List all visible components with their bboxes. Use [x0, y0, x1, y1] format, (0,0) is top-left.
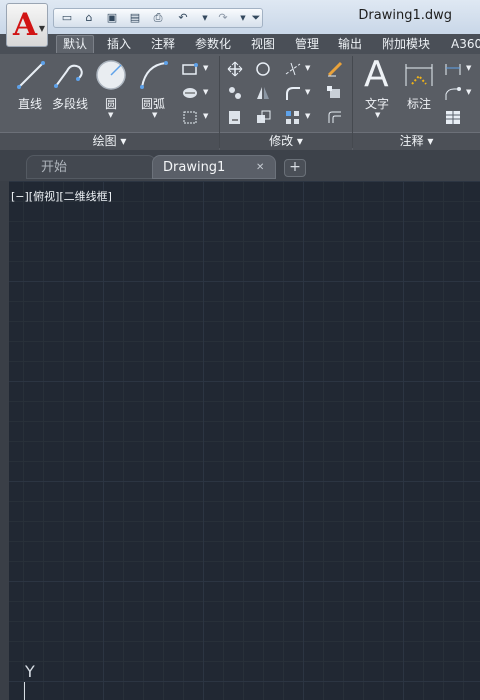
dimension-icon[interactable]	[402, 58, 436, 92]
tab-view[interactable]: 视图	[251, 36, 275, 53]
chevron-down-icon[interactable]: ▼	[466, 64, 471, 72]
chevron-down-icon[interactable]: ▼	[375, 111, 380, 119]
text-icon[interactable]: A	[364, 54, 389, 95]
chevron-down-icon[interactable]: ▼	[305, 112, 310, 120]
window-title: Drawing1.dwg	[358, 8, 452, 23]
line-tool-label[interactable]: 直线	[18, 95, 42, 112]
scale-icon[interactable]	[254, 109, 272, 125]
erase-icon[interactable]	[326, 61, 344, 77]
save-as-icon[interactable]: ▤	[127, 11, 143, 25]
left-edge-strip	[0, 181, 9, 700]
hatch-icon[interactable]	[181, 85, 199, 101]
stretch-icon[interactable]	[226, 109, 244, 125]
chevron-down-icon: ▼	[38, 24, 45, 33]
tab-parametric[interactable]: 参数化	[195, 36, 231, 53]
boundary-icon[interactable]	[181, 109, 199, 125]
chevron-down-icon[interactable]: ▼	[152, 111, 157, 119]
explode-icon[interactable]	[326, 85, 344, 101]
chevron-down-icon[interactable]: ▼	[466, 88, 471, 96]
arc-icon[interactable]	[138, 59, 170, 91]
redo-icon[interactable]: ↷	[215, 11, 231, 25]
chevron-down-icon[interactable]: ▼	[305, 88, 310, 96]
tab-a360[interactable]: A360	[451, 36, 480, 53]
application-menu-button[interactable]: A ▼	[6, 3, 48, 47]
dimension-tool-label[interactable]: 标注	[407, 95, 431, 112]
leader-icon[interactable]	[444, 85, 462, 101]
chevron-down-icon[interactable]: ▼	[203, 64, 208, 72]
modify-panel-title[interactable]: 修改 ▾	[220, 132, 352, 151]
undo-icon[interactable]: ↶	[175, 11, 191, 25]
save-icon[interactable]: ▣	[104, 11, 120, 25]
circle-tool-label[interactable]: 圆	[105, 95, 117, 112]
linear-dimension-icon[interactable]	[444, 61, 462, 77]
tab-drawing1[interactable]: Drawing1 ✕	[152, 155, 276, 179]
tab-start-label: 开始	[41, 160, 68, 175]
annotation-panel-title[interactable]: 注释 ▾	[353, 132, 480, 151]
move-icon[interactable]	[226, 61, 244, 77]
chevron-down-icon[interactable]: ▼	[197, 11, 213, 25]
close-icon[interactable]: ✕	[256, 156, 264, 179]
tab-insert[interactable]: 插入	[107, 36, 131, 53]
autocad-logo-icon: A	[13, 7, 38, 43]
text-tool-label[interactable]: 文字	[365, 95, 389, 112]
draw-panel-title[interactable]: 绘图 ▾	[0, 132, 219, 151]
polyline-icon[interactable]	[53, 59, 87, 91]
tab-annotate[interactable]: 注释	[151, 36, 175, 53]
tab-home[interactable]: 默认	[56, 35, 95, 53]
tab-start[interactable]: 开始	[26, 155, 156, 179]
fillet-icon[interactable]	[284, 85, 302, 101]
tab-addins[interactable]: 附加模块	[382, 36, 430, 53]
ucs-y-axis-label: Y	[25, 662, 35, 681]
drawing-canvas[interactable]	[9, 181, 480, 700]
offset-icon[interactable]	[326, 109, 344, 125]
chevron-down-icon[interactable]: ▼	[203, 88, 208, 96]
polyline-tool-label[interactable]: 多段线	[52, 95, 88, 112]
chevron-down-icon[interactable]: ▼	[203, 112, 208, 120]
viewport-controls[interactable]: [−][俯视][二维线框]	[11, 188, 112, 204]
quick-access-toolbar: ▭ ⌂ ▣ ▤ ⎙ ↶ ▼ ↷ ▼ ⏷	[53, 8, 263, 28]
document-tab-bar: 开始 Drawing1 ✕ +	[0, 150, 480, 181]
tab-output[interactable]: 输出	[338, 36, 362, 53]
array-icon[interactable]	[284, 109, 302, 125]
arc-tool-label[interactable]: 圆弧	[141, 95, 165, 112]
mirror-icon[interactable]	[254, 85, 272, 101]
open-icon[interactable]: ⌂	[81, 11, 97, 25]
ucs-icon	[24, 682, 25, 700]
rotate-icon[interactable]	[254, 61, 272, 77]
chevron-down-icon[interactable]: ▼	[108, 111, 113, 119]
tab-manage[interactable]: 管理	[295, 36, 319, 53]
ribbon-tab-bar: 默认 插入 注释 参数化 视图 管理 输出 附加模块 A360	[0, 34, 480, 54]
tab-drawing1-label: Drawing1	[163, 160, 226, 175]
print-icon[interactable]: ⎙	[150, 11, 166, 25]
customize-icon[interactable]: ⏷	[248, 11, 264, 25]
line-icon[interactable]	[16, 59, 46, 91]
new-icon[interactable]: ▭	[59, 11, 75, 25]
table-icon[interactable]	[444, 109, 462, 125]
copy-icon[interactable]	[226, 85, 244, 101]
rectangle-icon[interactable]	[181, 61, 199, 77]
circle-icon[interactable]	[95, 58, 127, 92]
chevron-down-icon[interactable]: ▼	[305, 64, 310, 72]
new-tab-button[interactable]: +	[284, 159, 306, 177]
title-bar: A ▼ ▭ ⌂ ▣ ▤ ⎙ ↶ ▼ ↷ ▼ ⏷ Drawing1.dwg	[0, 0, 480, 47]
trim-icon[interactable]	[284, 61, 302, 77]
